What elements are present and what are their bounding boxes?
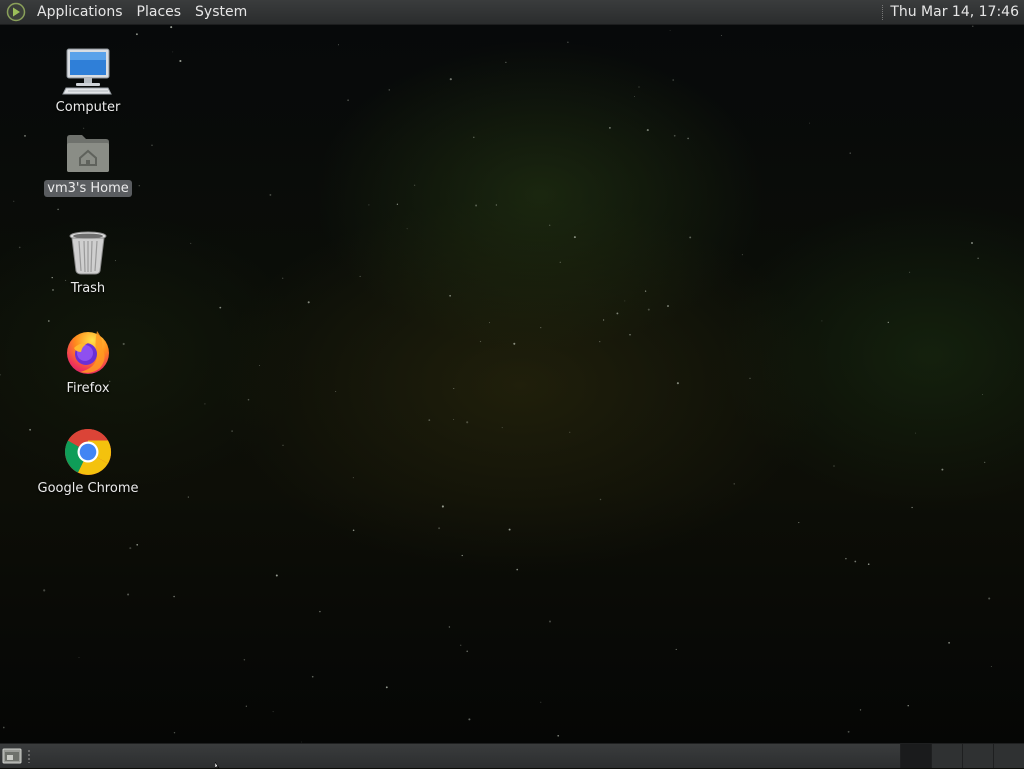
desktop-icon-label: Computer (55, 100, 121, 115)
clock[interactable]: Thu Mar 14, 17:46 (890, 4, 1024, 20)
workspace-1[interactable] (900, 744, 931, 768)
top-panel: Applications Places System Thu Mar 14, 1… (0, 0, 1024, 25)
desktop-icon-trash[interactable]: Trash (33, 226, 143, 297)
applications-menu[interactable]: Applications (30, 0, 130, 25)
places-menu[interactable]: Places (130, 0, 189, 25)
workspace-2[interactable] (931, 744, 962, 768)
starfield-wallpaper (0, 25, 992, 743)
computer-icon (62, 45, 114, 97)
workspace-3[interactable] (962, 744, 993, 768)
panel-separator (882, 4, 885, 20)
home-folder-icon (62, 126, 114, 178)
desktop-icon-label: Trash (70, 281, 106, 296)
chrome-icon (62, 426, 114, 478)
desktop-icon-label: vm3's Home (44, 180, 132, 197)
show-desktop-icon[interactable] (2, 747, 22, 765)
desktop-background (0, 25, 1024, 743)
desktop-icon-chrome[interactable]: Google Chrome (33, 426, 143, 497)
panel-drag-handle[interactable] (27, 749, 31, 763)
desktop-icon-label: Firefox (66, 381, 110, 396)
mouse-cursor (215, 762, 220, 768)
trash-icon (62, 226, 114, 278)
desktop-icon-label: Google Chrome (37, 481, 139, 496)
workspace-switcher[interactable] (900, 744, 1024, 768)
desktop-icon-home[interactable]: vm3's Home (33, 126, 143, 197)
desktop-icon-firefox[interactable]: Firefox (33, 326, 143, 397)
desktop-icon-computer[interactable]: Computer (33, 45, 143, 116)
bottom-panel (0, 743, 1024, 768)
firefox-icon (62, 326, 114, 378)
menu-logo-icon[interactable] (6, 2, 26, 22)
workspace-4[interactable] (993, 744, 1024, 768)
system-menu[interactable]: System (188, 0, 254, 25)
